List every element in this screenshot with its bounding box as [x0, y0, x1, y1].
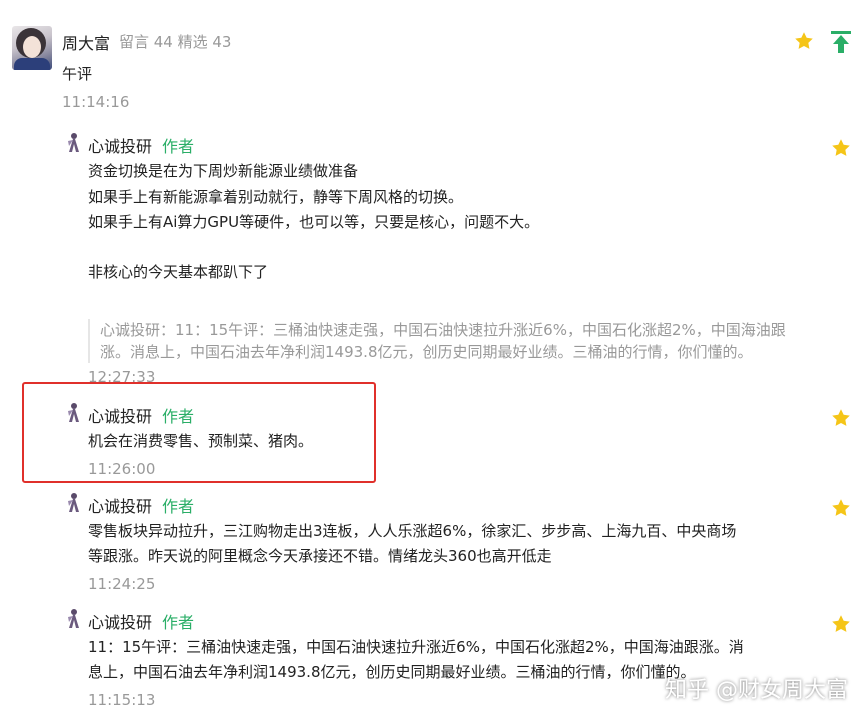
- quoted-reply: 心诚投研：11：15午评：三桶油快速走强，中国石油快速拉升涨近6%，中国石化涨超…: [88, 319, 830, 363]
- author-badge: 作者: [162, 613, 195, 632]
- reply-text-line: 机会在消费零售、预制菜、猪肉。: [88, 432, 314, 450]
- reply-text-line: 资金切换是在为下周炒新能源业绩做准备: [88, 162, 359, 180]
- reply-text-line: 非核心的今天基本都趴下了: [88, 263, 269, 281]
- star-icon[interactable]: [831, 138, 851, 158]
- comment-time: 11:14:16: [62, 93, 130, 111]
- comment-username[interactable]: 周大富: [62, 30, 110, 54]
- comment-user-stats: 留言 44 精选 43: [119, 33, 232, 51]
- author-avatar[interactable]: [66, 492, 80, 514]
- reply-time: 11:26:00: [88, 460, 156, 478]
- author-badge: 作者: [162, 407, 195, 426]
- reply-text-line: 等跟涨。昨天说的阿里概念今天承接还不错。情绪龙头360也高开低走: [88, 547, 552, 565]
- author-badge: 作者: [162, 497, 195, 516]
- quote-line: 涨。消息上，中国石油去年净利润1493.8亿元，创历史同期最好业绩。三桶油的行情…: [100, 343, 753, 361]
- reply-author-name[interactable]: 心诚投研: [88, 403, 152, 427]
- quote-line: 心诚投研：11：15午评：三桶油快速走强，中国石油快速拉升涨近6%，中国石化涨超…: [100, 321, 786, 339]
- reply-text-line: 息上，中国石油去年净利润1493.8亿元，创历史同期最好业绩。三桶油的行情，你们…: [88, 663, 696, 681]
- reply-text-line: 如果手上有新能源拿着别动就行，静等下周风格的切换。: [88, 188, 464, 206]
- reply-text-line: 如果手上有Ai算力GPU等硬件，也可以等，只要是核心，问题不大。: [88, 213, 540, 231]
- star-icon[interactable]: [794, 31, 814, 51]
- reply-time: 11:24:25: [88, 575, 156, 593]
- star-icon[interactable]: [831, 408, 851, 428]
- star-icon[interactable]: [831, 498, 851, 518]
- comment-text: 午评: [62, 65, 93, 83]
- reply-text-line: 11：15午评：三桶油快速走强，中国石油快速拉升涨近6%，中国石化涨超2%，中国…: [88, 638, 744, 656]
- arrow-up-icon[interactable]: [830, 30, 852, 54]
- user-avatar[interactable]: [12, 26, 52, 70]
- author-avatar[interactable]: [66, 608, 80, 630]
- author-badge: 作者: [162, 137, 195, 156]
- reply-author-name[interactable]: 心诚投研: [88, 133, 152, 157]
- reply-author-name[interactable]: 心诚投研: [88, 609, 152, 633]
- star-icon[interactable]: [831, 614, 851, 634]
- author-avatar[interactable]: [66, 402, 80, 424]
- reply-author-name[interactable]: 心诚投研: [88, 493, 152, 517]
- reply-text-line: 零售板块异动拉升，三江购物走出3连板，人人乐涨超6%，徐家汇、步步高、上海九百、…: [88, 522, 737, 540]
- author-avatar[interactable]: [66, 132, 80, 154]
- reply-time: 11:15:13: [88, 691, 156, 709]
- watermark: 知乎 @财女周大富: [665, 678, 848, 703]
